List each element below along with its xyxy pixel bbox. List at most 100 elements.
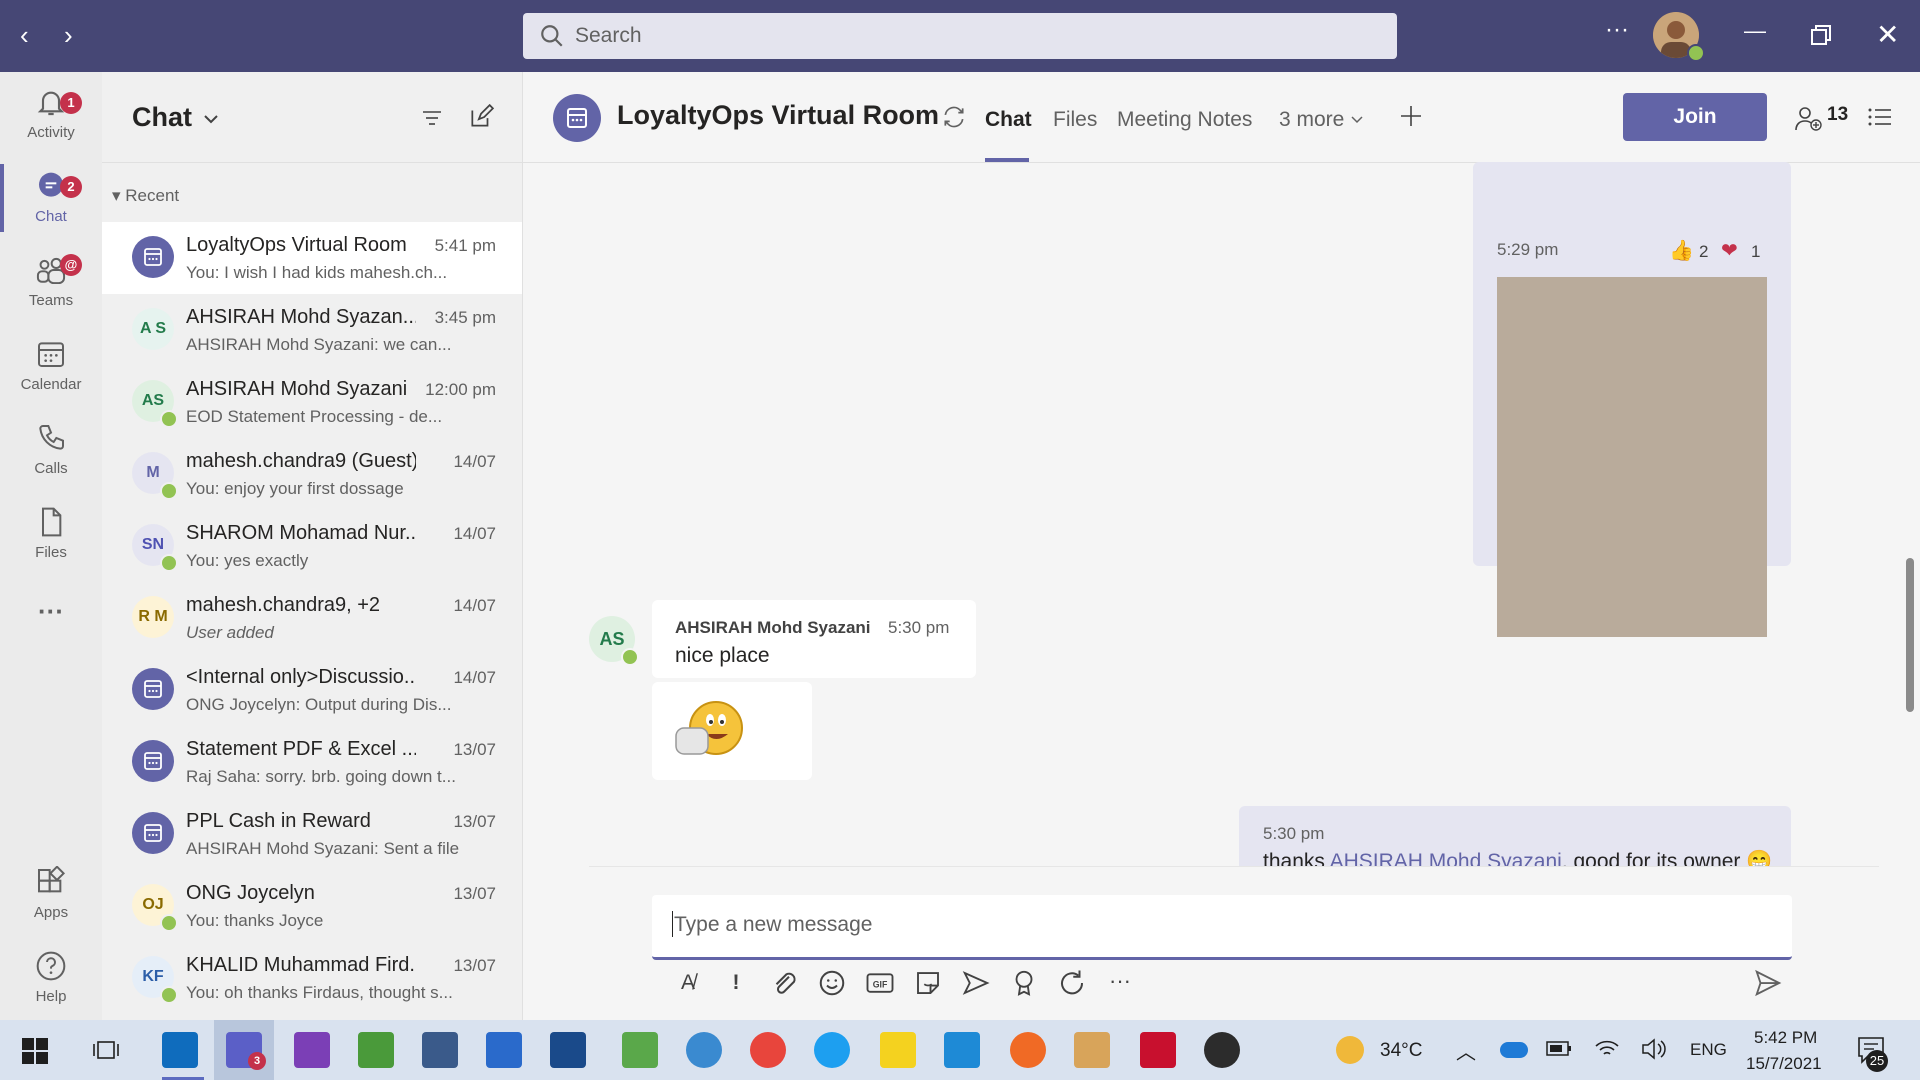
shared-photo[interactable] xyxy=(1497,277,1767,637)
heart-reaction-icon[interactable]: ❤ xyxy=(1721,238,1738,263)
apps-icon xyxy=(37,865,66,893)
clock-time[interactable]: 5:42 PM xyxy=(1754,1028,1817,1048)
clock-date[interactable]: 15/7/2021 xyxy=(1746,1054,1822,1074)
join-button[interactable]: Join xyxy=(1623,93,1767,141)
filter-icon[interactable] xyxy=(420,106,444,130)
new-chat-icon[interactable] xyxy=(468,104,494,130)
my-message-text[interactable]: 5:30 pm thanks AHSIRAH Mohd Syazani, goo… xyxy=(1239,806,1791,873)
compose-box[interactable]: Type a new message xyxy=(652,895,1792,960)
chat-list-item[interactable]: OJ ONG Joycelyn 13/07 You: thanks Joyce xyxy=(102,870,522,942)
weather-icon[interactable] xyxy=(1336,1036,1364,1064)
chat-list-item[interactable]: R M mahesh.chandra9, +2 14/07 User added xyxy=(102,582,522,654)
restore-icon[interactable] xyxy=(1810,24,1832,46)
chrome-icon[interactable] xyxy=(750,1032,786,1068)
minimize-icon[interactable]: — xyxy=(1744,18,1766,44)
chat-list-item[interactable]: <Internal only>Discussio... 14/07 ONG Joyc… xyxy=(102,654,522,726)
rail-item-teams[interactable]: Teams @ xyxy=(0,254,102,309)
sticker-icon[interactable] xyxy=(913,968,943,998)
calendar-icon xyxy=(38,342,64,367)
vscode-icon[interactable] xyxy=(944,1032,980,1068)
forward-arrow-icon[interactable]: › xyxy=(64,22,73,48)
rail-item-files[interactable]: Files xyxy=(0,506,102,561)
search-box[interactable]: Search xyxy=(523,13,1397,59)
chat-list-title[interactable]: Chat xyxy=(132,102,192,133)
report-tool-icon[interactable] xyxy=(422,1032,458,1068)
chat-list-item[interactable]: PPL Cash in Reward 13/07 AHSIRAH Mohd Syaz… xyxy=(102,798,522,870)
emoji-message-card[interactable] xyxy=(652,682,812,780)
loop-icon[interactable] xyxy=(1057,968,1087,998)
volume-icon[interactable] xyxy=(1640,1036,1666,1062)
presence-available-icon xyxy=(160,914,178,932)
close-icon[interactable]: ✕ xyxy=(1876,18,1899,51)
chat-name: AHSIRAH Mohd Syazan... xyxy=(186,306,416,328)
postman-icon[interactable] xyxy=(1010,1032,1046,1068)
important-icon[interactable]: ! xyxy=(721,968,751,998)
weather-temp[interactable]: 34°C xyxy=(1380,1040,1422,1062)
message-card[interactable]: AHSIRAH Mohd Syazani 5:30 pm nice place xyxy=(652,600,976,678)
meet-now-icon[interactable] xyxy=(961,968,991,998)
chat-preview: You: enjoy your first dossage xyxy=(186,479,404,498)
tab-chat[interactable]: Chat xyxy=(985,108,1032,132)
chat-list-item[interactable]: Mmahesh.chandra9 (Guest) 14/07 You: enjoy … xyxy=(102,438,522,510)
battery-icon[interactable] xyxy=(1546,1040,1572,1058)
onedrive-icon[interactable] xyxy=(1500,1042,1528,1058)
rail-item-apps[interactable]: Apps xyxy=(0,865,102,921)
more-options-icon[interactable]: ··· xyxy=(1605,16,1629,44)
recent-section-header[interactable]: ▾ Recent xyxy=(112,186,179,206)
send-icon[interactable] xyxy=(1753,968,1783,998)
chat-list-item[interactable]: Statement PDF & Excel ... 13/07 Raj Saha: … xyxy=(102,726,522,798)
wifi-icon[interactable] xyxy=(1594,1036,1620,1062)
acrobat-icon[interactable] xyxy=(1140,1032,1176,1068)
participants-icon[interactable] xyxy=(1795,106,1823,132)
sticky-notes-icon[interactable] xyxy=(880,1032,916,1068)
tray-chevron-up-icon[interactable]: ︿ xyxy=(1456,1036,1476,1065)
chat-name: mahesh.chandra9, +2 xyxy=(186,594,381,616)
chat-list-item[interactable]: KF KHALID Muhammad Fird... 13/07 You: oh th… xyxy=(102,942,522,1014)
rail-item-chat[interactable]: Chat 2 xyxy=(0,170,102,225)
add-tab-icon[interactable] xyxy=(1399,104,1423,128)
outlook-icon[interactable] xyxy=(162,1032,198,1068)
back-arrow-icon[interactable]: ‹ xyxy=(20,22,29,48)
docker-icon[interactable] xyxy=(814,1032,850,1068)
excel-tool-icon[interactable] xyxy=(358,1032,394,1068)
chevron-down-icon[interactable] xyxy=(202,110,220,128)
rail-item-activity[interactable]: Activity 1 xyxy=(0,86,102,141)
thumbs-up-reaction-icon[interactable]: 👍 xyxy=(1669,238,1694,263)
windows-start-icon[interactable] xyxy=(22,1038,48,1064)
message-scrollbar[interactable] xyxy=(1906,558,1914,712)
chat-name: SHAROM Mohamad Nur... xyxy=(186,522,416,544)
chat-name: KHALID Muhammad Fird... xyxy=(186,954,416,976)
more-options-icon[interactable]: ··· xyxy=(1105,966,1135,996)
settings-gear-icon[interactable] xyxy=(1204,1032,1240,1068)
file-explorer-icon[interactable] xyxy=(1074,1032,1110,1068)
tab-more[interactable]: 3 more xyxy=(1279,108,1364,132)
chat-list-item[interactable]: LoyaltyOps Virtual Room 5:41 pm You: I wis… xyxy=(102,222,522,294)
chat-list-item[interactable]: A S AHSIRAH Mohd Syazan... 3:45 pm AHSIRAH … xyxy=(102,294,522,366)
task-view-icon[interactable] xyxy=(92,1036,120,1064)
more-apps-icon[interactable]: ··· xyxy=(0,596,102,627)
globe-app-icon[interactable] xyxy=(686,1032,722,1068)
visual-studio-icon[interactable] xyxy=(294,1032,330,1068)
chat-preview: You: thanks Joyce xyxy=(186,911,324,930)
my-message-image[interactable]: 5:29 pm 👍 2 ❤ 1 xyxy=(1473,162,1791,637)
language-indicator[interactable]: ENG xyxy=(1690,1040,1727,1060)
emoji-icon[interactable] xyxy=(817,968,847,998)
praise-icon[interactable] xyxy=(1009,968,1039,998)
like-count: 2 xyxy=(1699,242,1709,261)
chat-list-item[interactable]: SN SHAROM Mohamad Nur... 14/07 You: yes exa… xyxy=(102,510,522,582)
rail-item-help[interactable]: Help xyxy=(0,950,102,1005)
format-icon[interactable]: A̸ xyxy=(673,968,703,998)
remote-desktop-icon[interactable] xyxy=(486,1032,522,1068)
chat-time: 3:45 pm xyxy=(434,308,496,327)
conversation-list-icon[interactable] xyxy=(1867,106,1893,128)
rail-item-calls[interactable]: Calls xyxy=(0,422,102,477)
rail-item-calendar[interactable]: Calendar xyxy=(0,338,102,393)
gif-icon[interactable]: GIF xyxy=(865,968,895,998)
tab-files[interactable]: Files xyxy=(1053,108,1097,132)
network-tool-icon[interactable] xyxy=(550,1032,586,1068)
attach-icon[interactable] xyxy=(769,968,799,998)
tab-meeting-notes[interactable]: Meeting Notes xyxy=(1117,108,1252,132)
chat-list-item[interactable]: AS AHSIRAH Mohd Syazani 12:00 pm EOD Statem… xyxy=(102,366,522,438)
room-title: LoyaltyOps Virtual Room xyxy=(617,100,940,130)
chart-tool-icon[interactable] xyxy=(622,1032,658,1068)
